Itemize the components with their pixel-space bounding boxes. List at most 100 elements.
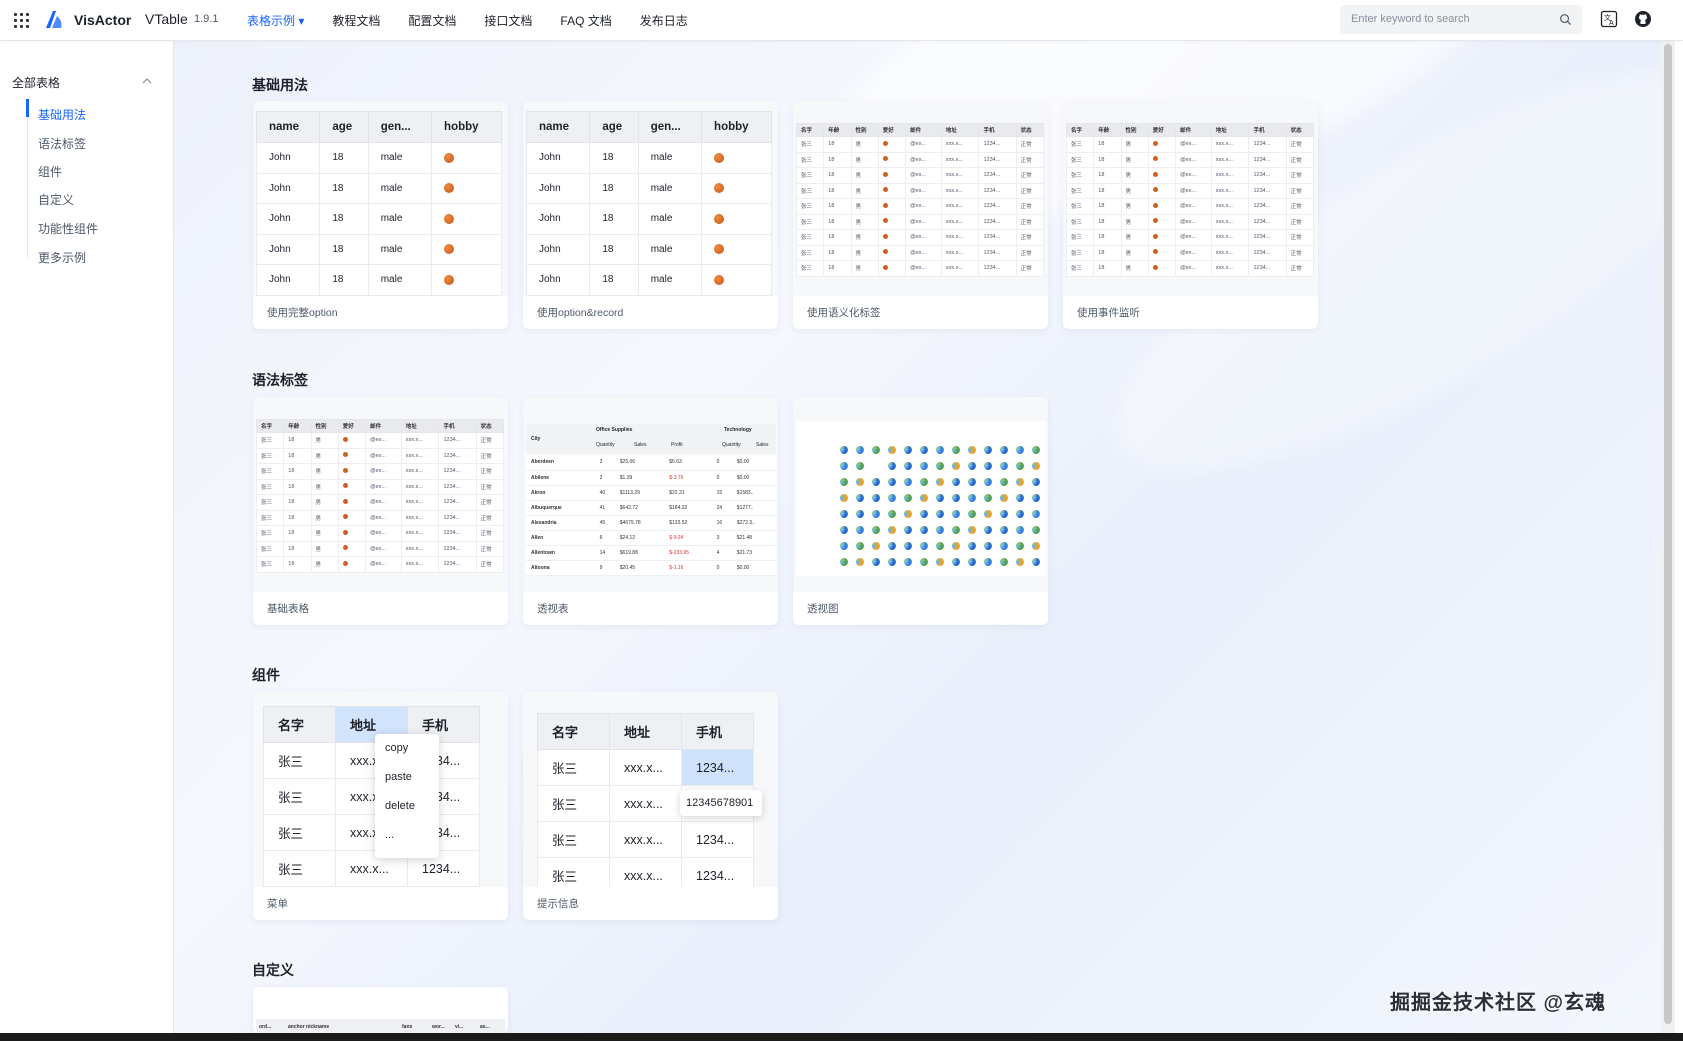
scrollbar-thumb[interactable] <box>1664 44 1672 1024</box>
card-caption[interactable]: 基础表格 <box>267 601 309 616</box>
nav-tutorial[interactable]: 教程文档 <box>332 12 380 29</box>
column-header: hobby <box>431 111 502 143</box>
search-icon[interactable] <box>1559 13 1572 26</box>
card-caption[interactable]: 使用语义化标签 <box>807 305 881 320</box>
basketball-icon <box>882 171 888 177</box>
preview-table: name age gen... hobby John 18 male John 18 male… <box>525 111 772 296</box>
nav-config[interactable]: 配置文档 <box>408 12 456 29</box>
menu-item-more[interactable]: ... <box>375 821 439 850</box>
pivot-group-header: Technology <box>724 427 752 433</box>
nav-faq[interactable]: FAQ 文档 <box>560 12 611 29</box>
card-caption[interactable]: 使用完整option <box>267 305 338 320</box>
example-card-pivot-chart[interactable]: 透视图 <box>793 397 1048 625</box>
pie-mark <box>1032 478 1040 486</box>
card-caption[interactable]: 使用option&record <box>537 305 623 320</box>
table-row: John 18 male <box>525 142 772 174</box>
basketball-icon <box>882 218 888 224</box>
brand-name[interactable]: VisActor <box>74 12 131 28</box>
pie-mark <box>856 510 864 518</box>
table-row: 张三 18 男 @ex... xxx.x... 1234... 正常 <box>255 447 505 464</box>
table-row: John 18 male <box>525 203 772 235</box>
card-caption[interactable]: 透视表 <box>537 601 569 616</box>
example-card-tooltip[interactable]: 名字 地址 手机 张三 xxx.x... 1234... 张三 xxx.x... 张三 xx… <box>523 692 778 920</box>
pie-mark <box>984 542 992 550</box>
pivot-sub-header: Sales <box>756 442 769 448</box>
top-navbar: VisActor VTable 1.9.1 表格示例 ▾ 教程文档 配置文档 接… <box>0 0 1683 41</box>
table-row: 张三 xxx.x... 1234... <box>263 778 480 815</box>
github-icon[interactable] <box>1634 10 1652 28</box>
search-box[interactable]: Enter keyword to search <box>1340 5 1582 34</box>
sidebar-item-basic[interactable]: 基础用法 <box>38 106 86 123</box>
pivot-body: Aberdeen 3 $25.06 $6.63 0 $0.00 Abilene 2 $1.39 $… <box>526 455 776 576</box>
table-row: John 18 male <box>525 172 772 204</box>
card-caption[interactable]: 菜单 <box>267 896 288 911</box>
pie-mark <box>1000 494 1008 502</box>
tooltip-popup: 12345678901 <box>680 790 762 816</box>
pie-mark <box>1000 542 1008 550</box>
pie-mark <box>1032 558 1040 566</box>
basketball-icon <box>1152 264 1158 270</box>
section-title-custom: 自定义 <box>252 962 294 978</box>
card-caption[interactable]: 使用事件监听 <box>1077 305 1140 320</box>
pie-mark <box>1032 542 1040 550</box>
column-header: 爱好 <box>337 419 367 433</box>
pie-mark <box>872 478 880 486</box>
apps-grid-icon[interactable] <box>14 13 29 28</box>
pie-mark <box>920 510 928 518</box>
column-header: 名字 <box>537 713 610 750</box>
nav-changelog[interactable]: 发布日志 <box>640 12 688 29</box>
column-header: age <box>589 111 639 143</box>
example-card-semantic-tags[interactable]: 名字 年龄 性别 爱好 邮件 地址 手机 状态 张三 18 男 @ex... xxx.x... 1234.… <box>793 101 1048 329</box>
nav-api[interactable]: 接口文档 <box>484 12 532 29</box>
pie-mark <box>872 526 880 534</box>
sidebar-item-syntax[interactable]: 语法标签 <box>38 135 86 152</box>
column-header: 地址 <box>940 123 980 137</box>
example-card-option-record[interactable]: name age gen... hobby John 18 male John 18 male… <box>523 101 778 329</box>
example-card-pivot-table[interactable]: Office Supplies Technology City Quantity… <box>523 397 778 625</box>
sidebar-item-custom[interactable]: 自定义 <box>38 191 74 208</box>
menu-item-delete[interactable]: delete <box>375 792 439 821</box>
pie-mark <box>904 494 912 502</box>
pie-mark <box>840 478 848 486</box>
basketball-icon <box>1152 218 1158 224</box>
sidebar-item-more[interactable]: 更多示例 <box>38 249 86 266</box>
example-card-event-listener[interactable]: 名字 年龄 性别 爱好 邮件 地址 手机 状态 张三 18 男 @ex... xxx.x... 1234.… <box>1063 101 1318 329</box>
example-card-full-option[interactable]: name age gen... hobby John 18 male John 18 male… <box>253 101 508 329</box>
basketball-icon <box>342 514 348 520</box>
table-row: 张三 18 男 @ex... xxx.x... 1234... 正常 <box>1065 182 1315 199</box>
table-row: 张三 18 男 @ex... xxx.x... 1234... 正常 <box>795 229 1045 246</box>
pie-mark <box>952 478 960 486</box>
pie-mark <box>984 446 992 454</box>
custom-preview-header: ord... anchor nickname fans wor... vi...… <box>256 1019 505 1033</box>
example-card-basic-table[interactable]: 名字 年龄 性别 爱好 邮件 地址 手机 状态 张三 18 男 @ex... xxx.x... 1234.… <box>253 397 508 625</box>
pie-mark <box>888 526 896 534</box>
card-caption[interactable]: 提示信息 <box>537 896 579 911</box>
visactor-logo[interactable] <box>42 8 66 32</box>
basketball-icon <box>714 152 725 163</box>
chevron-up-icon[interactable] <box>142 77 152 85</box>
menu-item-copy[interactable]: copy <box>375 734 439 763</box>
pie-mark <box>856 526 864 534</box>
pie-mark <box>1016 510 1024 518</box>
pie-mark <box>904 558 912 566</box>
example-card-custom-partial[interactable]: ord... anchor nickname fans wor... vi...… <box>253 987 508 1033</box>
pie-mark <box>856 462 864 470</box>
column-header: 邮件 <box>1175 123 1212 137</box>
sidebar-item-functional[interactable]: 功能性组件 <box>38 220 98 237</box>
nav-examples[interactable]: 表格示例 ▾ <box>247 12 304 29</box>
pie-mark <box>952 510 960 518</box>
sidebar-title[interactable]: 全部表格 <box>12 74 60 91</box>
column-header: 手机 <box>978 123 1017 137</box>
pie-mark <box>952 542 960 550</box>
example-card-menu[interactable]: 名字 地址 手机 张三 xxx.x... 1234... 张三 xxx.x... 1234.… <box>253 692 508 920</box>
basketball-icon <box>444 213 455 224</box>
pie-mark <box>968 526 976 534</box>
sidebar-item-components[interactable]: 组件 <box>38 163 62 180</box>
product-name[interactable]: VTable <box>145 11 188 27</box>
pie-mark <box>968 542 976 550</box>
translate-icon[interactable]: 文A <box>1600 10 1618 28</box>
basketball-icon <box>714 183 725 194</box>
card-caption[interactable]: 透视图 <box>807 601 839 616</box>
menu-item-paste[interactable]: paste <box>375 763 439 792</box>
column-header: 邮件 <box>365 419 402 433</box>
